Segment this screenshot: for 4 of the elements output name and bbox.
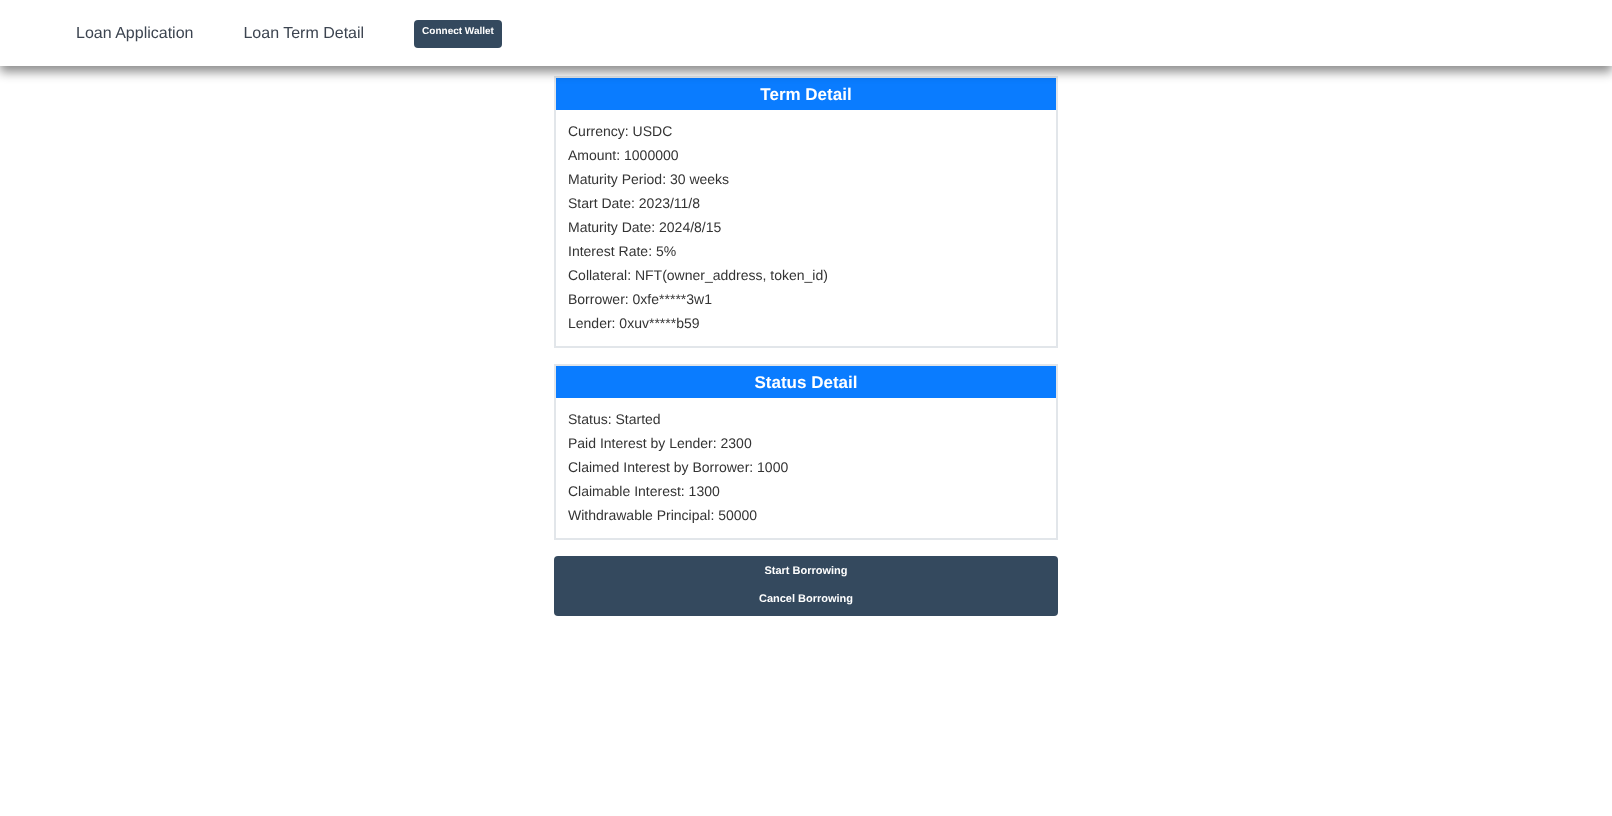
nav-link[interactable]: Loan Application bbox=[76, 21, 194, 45]
card-header: Status Detail bbox=[556, 366, 1056, 398]
card-header: Term Detail bbox=[556, 78, 1056, 110]
nav-link[interactable]: Loan Term Detail bbox=[243, 21, 365, 45]
